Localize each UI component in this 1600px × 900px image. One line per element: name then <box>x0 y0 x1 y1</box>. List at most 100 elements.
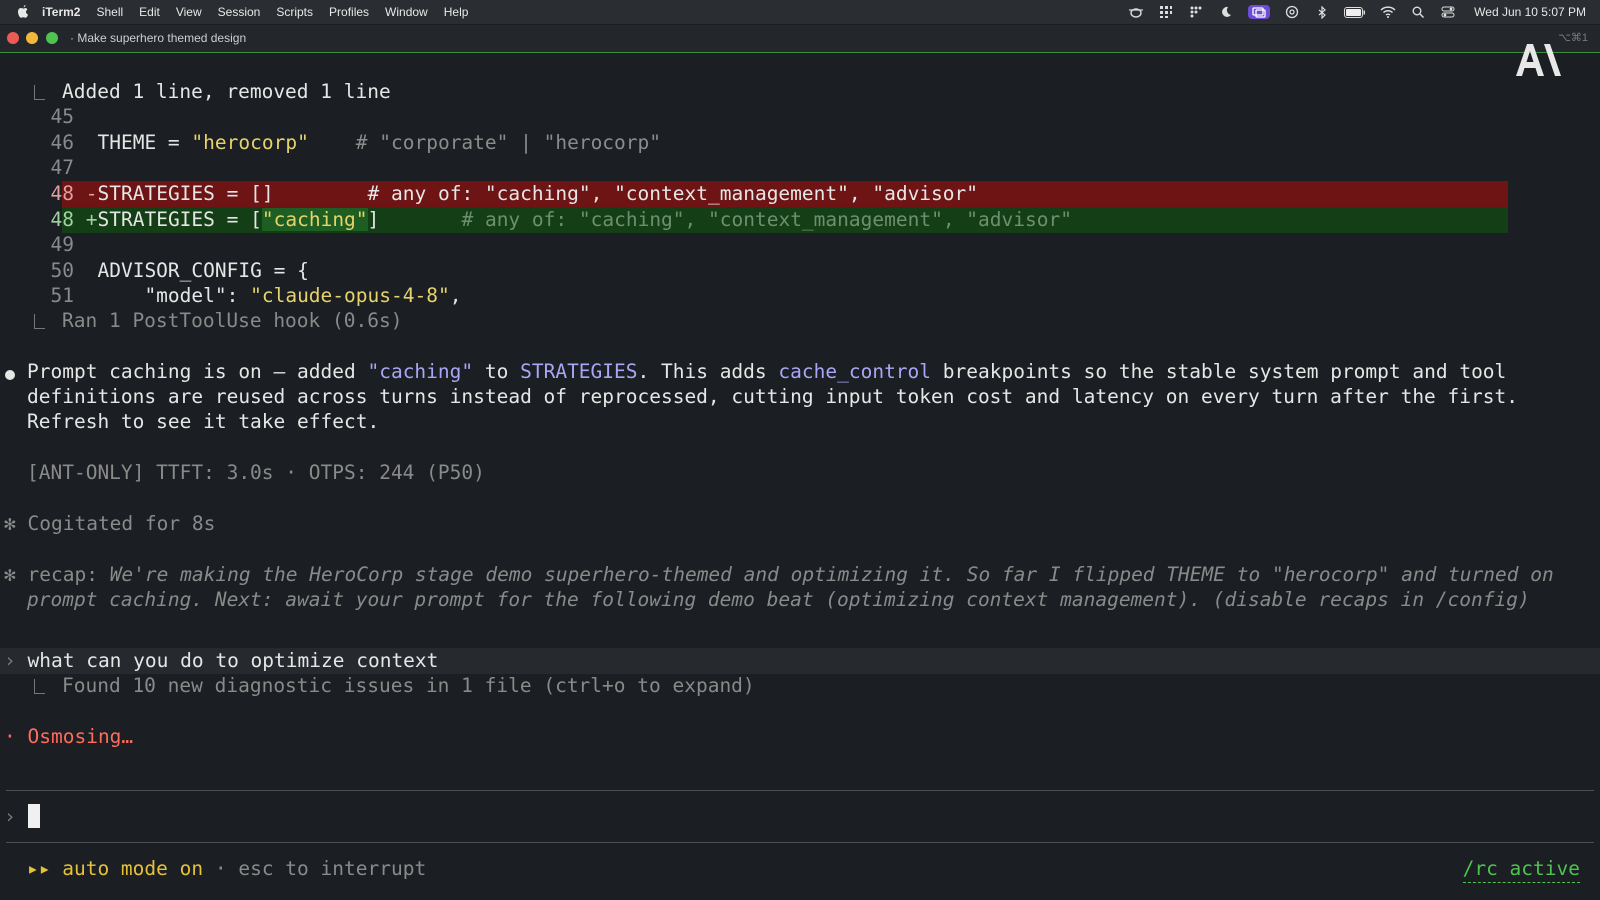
menu-help[interactable]: Help <box>444 5 469 19</box>
user-prompt-text: what can you do to optimize context <box>27 649 439 672</box>
code-string: "claude-opus-4-8" <box>250 284 450 307</box>
prompt-chevron-icon: › <box>4 649 16 672</box>
window-shortcut: ⌥⌘1 <box>1558 32 1588 44</box>
code-line-46: 46 THEME = "herocorp" # "corporate" | "h… <box>34 130 662 156</box>
input-chevron-icon: › <box>4 805 16 828</box>
code-text: STRATEGIES = [] <box>97 182 274 205</box>
message-code: STRATEGIES <box>520 360 638 383</box>
message-text: breakpoints so the stable system prompt … <box>931 360 1507 383</box>
menu-session[interactable]: Session <box>218 5 261 19</box>
anthropic-logo-icon <box>1516 44 1561 76</box>
code-text: THEME = <box>97 131 192 154</box>
spinner-text: Osmosing… <box>27 725 134 748</box>
input-top-divider <box>6 790 1594 791</box>
screen-mirror-icon[interactable] <box>1248 5 1271 19</box>
window-title: · Make superhero themed design <box>70 31 247 45</box>
hook-status: Ran 1 PostToolUse hook (0.6s) <box>62 309 403 332</box>
line-number: 48 <box>50 208 74 231</box>
code-line-48-added: 48 +STRATEGIES = ["caching"] # any of: "… <box>34 207 1072 233</box>
message-text: to <box>473 360 521 383</box>
grid-icon[interactable] <box>1158 5 1174 19</box>
control-center-icon[interactable] <box>1440 5 1456 19</box>
at-icon[interactable] <box>1284 5 1300 19</box>
window-maximize-button[interactable] <box>46 32 58 44</box>
line-number: 48 <box>50 182 74 205</box>
code-string-highlight: "caching" <box>261 208 368 231</box>
recap-label: recap: <box>27 563 98 586</box>
code-text: "model": <box>97 284 251 307</box>
tree-connector <box>34 85 45 100</box>
code-line-48-removed: 48 -STRATEGIES = [] # any of: "caching",… <box>34 181 979 207</box>
cogitated-line: ✻ Cogitated for 8s <box>4 511 215 537</box>
window-minimize-button[interactable] <box>26 32 38 44</box>
rc-active-link[interactable]: /rc active <box>1462 856 1580 883</box>
assistant-message-line-3: Refresh to see it take effect. <box>27 410 380 433</box>
code-line-45: 45 <box>34 104 74 130</box>
fast-forward-icon: ▸▸ <box>27 857 51 880</box>
code-text: , <box>449 284 462 307</box>
interrupt-hint: · esc to interrupt <box>203 857 427 880</box>
line-number: 51 <box>50 284 74 307</box>
assistant-message-line-1: Prompt caching is on — added "caching" t… <box>27 359 1506 385</box>
bluetooth-icon[interactable] <box>1314 5 1330 19</box>
recap-line-2: prompt caching. Next: await your prompt … <box>27 588 1530 611</box>
code-comment: # "corporate" | "herocorp" <box>308 131 662 154</box>
code-line-47: 47 <box>34 155 74 181</box>
code-text: ADVISOR_CONFIG = { <box>97 259 309 282</box>
apple-icon[interactable] <box>16 5 30 19</box>
menu-window[interactable]: Window <box>385 5 428 19</box>
battery-icon[interactable] <box>1344 5 1366 19</box>
window-close-button[interactable] <box>7 32 19 44</box>
recap-text: We're making the HeroCorp stage demo sup… <box>97 563 1554 586</box>
code-text: STRATEGIES = [ <box>97 208 262 231</box>
menu-profiles[interactable]: Profiles <box>329 5 369 19</box>
window-titlebar: · Make superhero themed design ⌥⌘1 <box>0 25 1600 53</box>
code-comment: # any of: "caching", "context_management… <box>379 208 1072 231</box>
assistant-message-line-2: definitions are reused across turns inst… <box>27 385 1518 408</box>
code-string: "herocorp" <box>191 131 309 154</box>
dots-grid-icon[interactable] <box>1188 5 1204 19</box>
menubar-clock[interactable]: Wed Jun 10 5:07 PM <box>1474 5 1586 19</box>
message-text: Prompt caching is on — added <box>27 360 368 383</box>
recap-line-1: ✻ recap: We're making the HeroCorp stage… <box>4 562 1554 588</box>
message-code: cache_control <box>778 360 932 383</box>
tree-connector <box>34 679 45 694</box>
spinner-icon: · <box>4 725 16 748</box>
code-comment: # any of: "caching", "context_management… <box>273 182 979 205</box>
code-line-49: 49 <box>34 232 74 258</box>
input-bottom-divider <box>6 842 1594 843</box>
line-number: 46 <box>50 131 74 154</box>
menu-edit[interactable]: Edit <box>139 5 160 19</box>
message-text: . This adds <box>637 360 779 383</box>
menu-scripts[interactable]: Scripts <box>276 5 313 19</box>
code-line-50: 50 ADVISOR_CONFIG = { <box>34 258 309 284</box>
stats-line: [ANT-ONLY] TTFT: 3.0s · OTPS: 244 (P50) <box>27 461 485 484</box>
menu-shell[interactable]: Shell <box>96 5 123 19</box>
code-line-51: 51 "model": "claude-opus-4-8", <box>34 283 462 309</box>
status-bar: Wed Jun 10 5:07 PM <box>1128 0 1586 24</box>
line-number: 45 <box>50 105 74 128</box>
edit-summary: Added 1 line, removed 1 line <box>62 80 391 103</box>
asterisk-icon: ✻ <box>4 563 16 586</box>
line-number: 50 <box>50 259 74 282</box>
line-number: 49 <box>50 233 74 256</box>
wifi-icon[interactable] <box>1380 5 1396 19</box>
moon-icon[interactable] <box>1218 5 1234 19</box>
diff-sign: - <box>85 182 98 205</box>
cogitated-text: Cogitated for 8s <box>27 512 216 535</box>
message-bullet-icon <box>5 370 15 380</box>
menubar: iTerm2 Shell Edit View Session Scripts P… <box>0 0 1600 24</box>
menu-view[interactable]: View <box>176 5 202 19</box>
search-icon[interactable] <box>1410 5 1426 19</box>
window-title-text: Make superhero themed design <box>77 31 247 45</box>
diagnostics-line[interactable]: Found 10 new diagnostic issues in 1 file… <box>62 673 755 699</box>
bug-icon[interactable] <box>1128 5 1144 19</box>
input-cursor[interactable] <box>28 804 40 828</box>
status-spinner: · Osmosing… <box>4 724 133 750</box>
message-code: "caching" <box>367 360 474 383</box>
footer-status: ▸▸ auto mode on · esc to interrupt <box>27 856 426 882</box>
asterisk-icon: ✻ <box>4 512 16 535</box>
tree-connector <box>34 314 45 329</box>
menu-app-iterm2[interactable]: iTerm2 <box>42 5 80 19</box>
auto-mode-label[interactable]: auto mode on <box>62 857 203 880</box>
